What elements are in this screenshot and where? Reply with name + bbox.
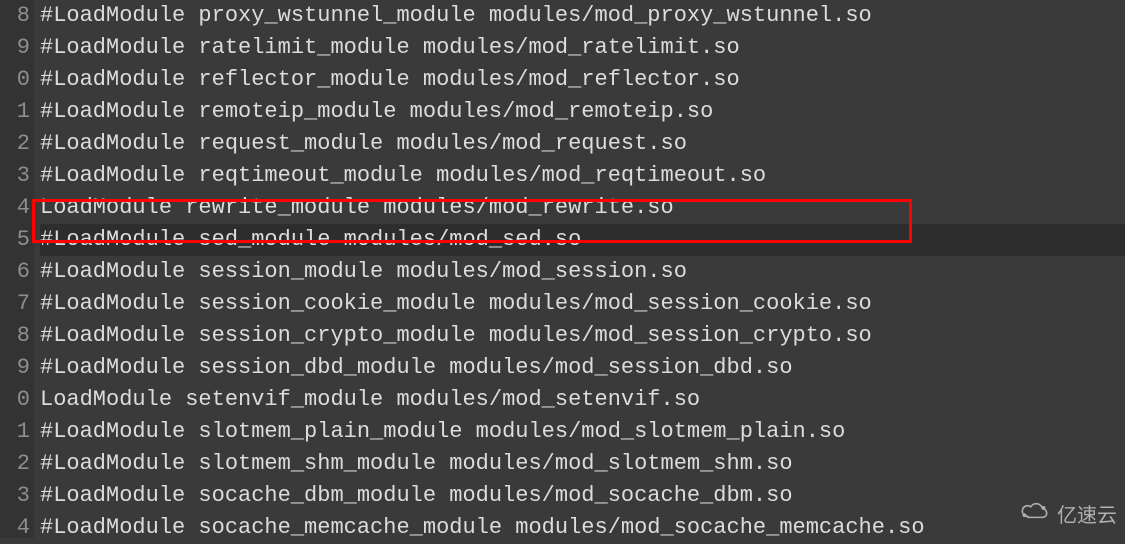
code-line[interactable]: #LoadModule slotmem_shm_module modules/m…: [40, 448, 1125, 480]
watermark: 亿速云: [1017, 500, 1117, 532]
line-number: 2: [0, 128, 30, 160]
code-line[interactable]: LoadModule rewrite_module modules/mod_re…: [40, 192, 1125, 224]
line-number-gutter: 89012345678901234: [0, 0, 34, 538]
line-number: 8: [0, 320, 30, 352]
code-line[interactable]: #LoadModule session_dbd_module modules/m…: [40, 352, 1125, 384]
code-line[interactable]: #LoadModule slotmem_plain_module modules…: [40, 416, 1125, 448]
watermark-text: 亿速云: [1057, 500, 1117, 532]
code-line[interactable]: LoadModule setenvif_module modules/mod_s…: [40, 384, 1125, 416]
code-line[interactable]: #LoadModule ratelimit_module modules/mod…: [40, 32, 1125, 64]
code-line[interactable]: #LoadModule session_cookie_module module…: [40, 288, 1125, 320]
code-line[interactable]: #LoadModule proxy_wstunnel_module module…: [40, 0, 1125, 32]
code-editor[interactable]: 89012345678901234 #LoadModule proxy_wstu…: [0, 0, 1125, 538]
line-number: 1: [0, 96, 30, 128]
cloud-icon: [1017, 500, 1051, 532]
line-number: 6: [0, 256, 30, 288]
code-line[interactable]: #LoadModule socache_dbm_module modules/m…: [40, 480, 1125, 512]
code-line[interactable]: #LoadModule socache_memcache_module modu…: [40, 512, 1125, 544]
line-number: 4: [0, 192, 30, 224]
code-line[interactable]: #LoadModule session_crypto_module module…: [40, 320, 1125, 352]
code-line[interactable]: #LoadModule reqtimeout_module modules/mo…: [40, 160, 1125, 192]
line-number: 0: [0, 384, 30, 416]
line-number: 3: [0, 480, 30, 512]
code-area[interactable]: #LoadModule proxy_wstunnel_module module…: [34, 0, 1125, 538]
line-number: 3: [0, 160, 30, 192]
line-number: 9: [0, 352, 30, 384]
line-number: 5: [0, 224, 30, 256]
line-number: 8: [0, 0, 30, 32]
line-number: 1: [0, 416, 30, 448]
line-number: 7: [0, 288, 30, 320]
line-number: 2: [0, 448, 30, 480]
code-line[interactable]: #LoadModule sed_module modules/mod_sed.s…: [40, 224, 1125, 256]
code-line[interactable]: #LoadModule reflector_module modules/mod…: [40, 64, 1125, 96]
code-line[interactable]: #LoadModule session_module modules/mod_s…: [40, 256, 1125, 288]
line-number: 4: [0, 512, 30, 544]
line-number: 0: [0, 64, 30, 96]
code-line[interactable]: #LoadModule request_module modules/mod_r…: [40, 128, 1125, 160]
code-line[interactable]: #LoadModule remoteip_module modules/mod_…: [40, 96, 1125, 128]
line-number: 9: [0, 32, 30, 64]
